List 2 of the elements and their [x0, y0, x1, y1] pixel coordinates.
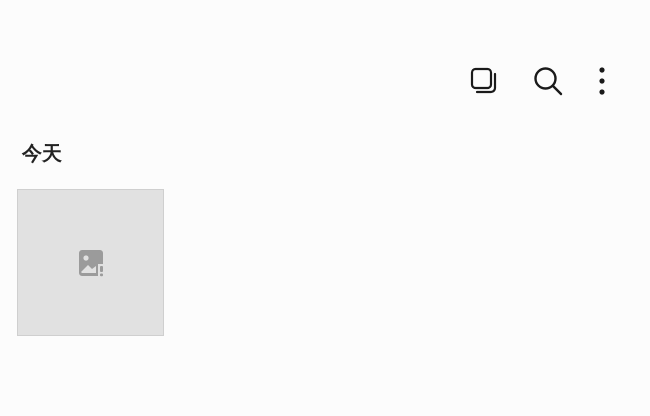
section-title: 今天 [22, 143, 62, 165]
thumbnail-placeholder[interactable] [17, 189, 164, 336]
